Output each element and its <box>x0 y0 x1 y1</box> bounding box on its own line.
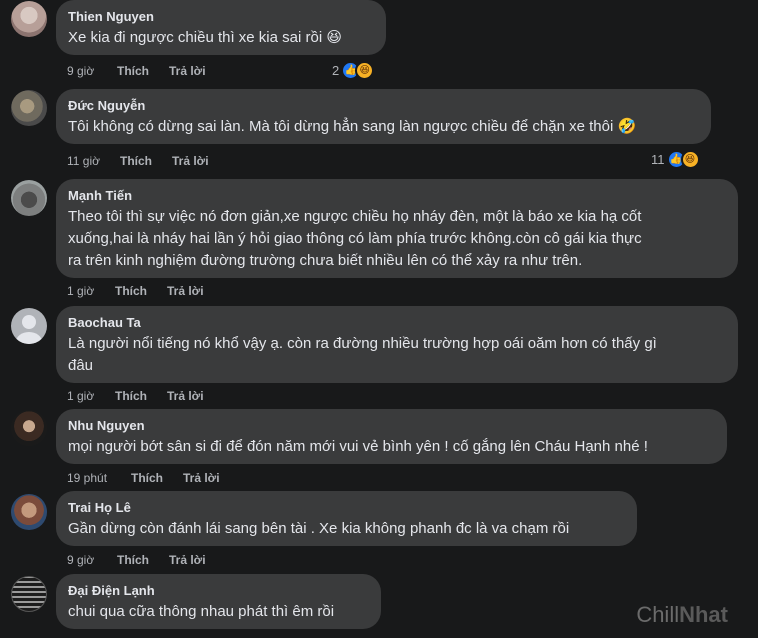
avatar[interactable] <box>11 576 47 612</box>
comment-actions: 1 giờ Thích Trả lời <box>67 388 204 404</box>
comment-text-line: đâu <box>68 357 94 374</box>
comment-author[interactable]: Mạnh Tiến <box>68 187 726 204</box>
avatar[interactable] <box>11 410 47 446</box>
comment-time[interactable]: 9 giờ <box>67 552 117 568</box>
comment-author[interactable]: Thien Nguyen <box>68 8 374 25</box>
like-button[interactable]: Thích <box>131 470 183 486</box>
reply-button[interactable]: Trả lời <box>169 552 206 568</box>
comment-actions: 19 phút Thích Trả lời <box>67 470 220 486</box>
reply-button[interactable]: Trả lời <box>183 470 220 486</box>
comment-bubble: Thien Nguyen Xe kia đi ngược chiều thì x… <box>56 0 386 55</box>
comment-text-line: xuống,hai là nháy hai lần ý hỏi giao thô… <box>68 230 642 247</box>
comment-text-line: Theo tôi thì sự việc nó đơn giản,xe ngượ… <box>68 208 642 225</box>
comment-time[interactable]: 1 giờ <box>67 283 115 299</box>
comment-time[interactable]: 9 giờ <box>67 63 117 79</box>
comment-bubble: Trai Họ Lê Gần dừng còn đánh lái sang bê… <box>56 491 637 546</box>
comment-time[interactable]: 11 giờ <box>67 153 120 169</box>
comment-author[interactable]: Nhu Nguyen <box>68 417 715 434</box>
comment-bubble: Nhu Nguyen mọi người bớt sân si đi để đó… <box>56 409 727 464</box>
reaction-count: 2 <box>332 62 340 78</box>
comment-author[interactable]: Baochau Ta <box>68 314 726 331</box>
avatar[interactable] <box>11 308 47 344</box>
reaction-count: 11 <box>651 151 665 167</box>
comment-author[interactable]: Trai Họ Lê <box>68 499 625 516</box>
comment-time[interactable]: 19 phút <box>67 470 131 486</box>
comment-text-line: Là người nổi tiếng nó khổ vậy ạ. còn ra … <box>68 335 657 352</box>
comment-text: Gần dừng còn đánh lái sang bên tài . Xe … <box>68 520 570 537</box>
comment-bubble: Mạnh Tiến Theo tôi thì sự việc nó đơn gi… <box>56 179 738 278</box>
avatar[interactable] <box>11 180 47 216</box>
comment-actions: 9 giờ Thích Trả lời <box>67 552 206 568</box>
comment-text: chui qua cữa thông nhau phát thì êm rồi <box>68 603 335 620</box>
comment-actions: 11 giờ Thích Trả lời <box>67 153 209 169</box>
reply-button[interactable]: Trả lời <box>172 153 209 169</box>
default-avatar-icon <box>16 315 42 344</box>
reply-button[interactable]: Trả lời <box>169 63 206 79</box>
comment-text: Xe kia đi ngược chiều thì xe kia sai rồi… <box>68 29 342 46</box>
comment-time[interactable]: 1 giờ <box>67 388 115 404</box>
reply-button[interactable]: Trả lời <box>167 388 204 404</box>
like-button[interactable]: Thích <box>115 388 167 404</box>
watermark-logo: ChillNhat <box>636 602 728 628</box>
avatar[interactable] <box>11 90 47 126</box>
comment-actions: 1 giờ Thích Trả lời <box>67 283 204 299</box>
reaction-summary[interactable]: 2 👍 😆 <box>332 60 375 80</box>
reaction-summary[interactable]: 11 👍 😆 <box>651 149 700 169</box>
comment-text: Tôi không có dừng sai làn. Mà tôi dừng h… <box>68 118 637 135</box>
avatar[interactable] <box>11 494 47 530</box>
like-button[interactable]: Thích <box>117 552 169 568</box>
comment-author[interactable]: Đại Điện Lạnh <box>68 582 369 599</box>
haha-emoji-icon: 😆 <box>355 60 375 80</box>
comment-actions: 9 giờ Thích Trả lời <box>67 63 206 79</box>
comment-bubble: Đại Điện Lạnh chui qua cữa thông nhau ph… <box>56 574 381 629</box>
comment-text-line: ra trên kinh nghiệm đường trường chưa bi… <box>68 252 583 269</box>
comment-bubble: Baochau Ta Là người nổi tiếng nó khổ vậy… <box>56 306 738 383</box>
like-button[interactable]: Thích <box>120 153 172 169</box>
like-button[interactable]: Thích <box>117 63 169 79</box>
comment-author[interactable]: Đức Nguyễn <box>68 97 699 114</box>
watermark-part2: Nhat <box>679 602 728 627</box>
comment-bubble: Đức Nguyễn Tôi không có dừng sai làn. Mà… <box>56 89 711 144</box>
avatar[interactable] <box>11 1 47 37</box>
comment-text: mọi người bớt sân si đi để đón năm mới v… <box>68 438 648 455</box>
reply-button[interactable]: Trả lời <box>167 283 204 299</box>
like-button[interactable]: Thích <box>115 283 167 299</box>
watermark-part1: Chill <box>636 602 680 627</box>
haha-emoji-icon: 😆 <box>680 149 700 169</box>
